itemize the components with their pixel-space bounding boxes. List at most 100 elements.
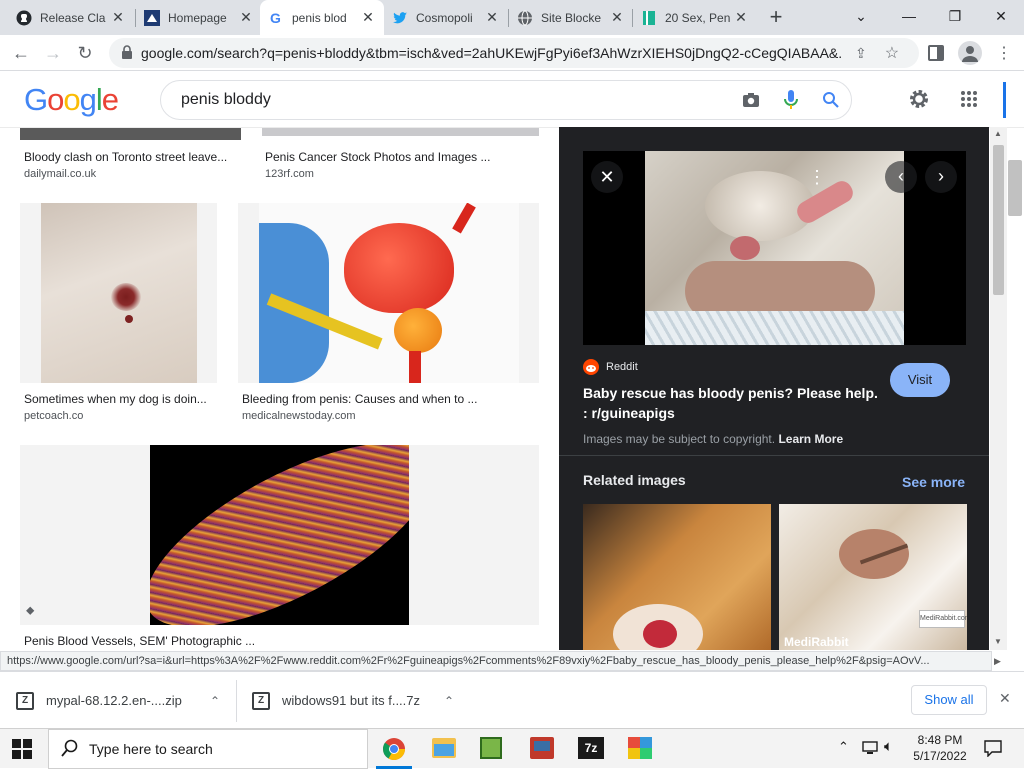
notepad-plus-icon[interactable] [480, 737, 502, 759]
visit-button[interactable]: Visit [890, 363, 950, 397]
tab-title: Release Cla [40, 10, 106, 25]
apps-grid-icon[interactable] [960, 90, 978, 111]
result-image-4[interactable] [238, 203, 539, 383]
status-bar-url: https://www.google.com/url?sa=i&url=http… [0, 651, 992, 671]
search-box[interactable]: penis bloddy [160, 80, 852, 120]
tab-release[interactable]: Release Cla ✕ [8, 0, 134, 35]
paint-icon[interactable] [628, 737, 652, 759]
see-more-link[interactable]: See more [902, 474, 965, 490]
result-caption[interactable]: Sometimes when my dog is doin... [24, 392, 214, 406]
lock-icon [121, 44, 133, 62]
close-icon[interactable]: ✕ [733, 9, 749, 26]
scroll-down-icon[interactable]: ▼ [994, 637, 1002, 646]
close-icon[interactable]: ✕ [609, 9, 625, 26]
show-all-button[interactable]: Show all [911, 685, 987, 715]
close-icon[interactable]: ✕ [238, 9, 254, 26]
back-icon[interactable]: ← [8, 40, 34, 66]
new-tab-icon[interactable]: + [764, 6, 788, 30]
divider [559, 455, 989, 456]
tab-title: penis blod [292, 10, 347, 25]
restore-icon[interactable]: ❐ [932, 0, 978, 32]
windows-taskbar: Type here to search 7z ⌃ 🔈︎ 8:48 PM 5/17… [0, 728, 1024, 769]
related-image-2[interactable]: MediRabbit.com [779, 504, 967, 650]
more-options-icon[interactable]: ⋮ [805, 163, 829, 191]
window-close-icon[interactable]: ✕ [978, 0, 1024, 32]
chrome-icon[interactable] [376, 737, 412, 769]
tab-cosmopolitan[interactable]: Cosmopoli ✕ [384, 0, 508, 35]
site-icon [144, 9, 160, 26]
bookmark-star-icon[interactable]: ☆ [885, 43, 899, 63]
camera-icon[interactable] [731, 92, 771, 108]
related-images-heading: Related images [583, 472, 686, 488]
copyright-text: Images may be subject to copyright. [583, 432, 776, 446]
minimize-icon[interactable]: — [886, 0, 932, 32]
preview-image[interactable] [645, 151, 904, 345]
tab-search-active[interactable]: G penis blod ✕ [260, 0, 384, 35]
tab-20-sex[interactable]: 20 Sex, Pen ✕ [633, 0, 757, 35]
chevron-up-icon[interactable]: ⌃ [210, 694, 220, 708]
result-image-1[interactable] [20, 128, 241, 140]
next-image-icon[interactable]: › [925, 161, 957, 193]
result-caption[interactable]: Penis Blood Vessels, SEM' Photographic .… [24, 634, 324, 648]
downloads-bar: Z mypal-68.12.2.en-....zip ⌃ Z wibdows91… [0, 671, 1024, 728]
7zip-icon[interactable]: 7z [578, 737, 604, 759]
browser-toolbar: ← → ↻ google.com/search?q=penis+bloddy&t… [0, 35, 1024, 71]
related-image-1[interactable] [583, 504, 771, 650]
scroll-up-icon[interactable]: ▲ [994, 129, 1002, 138]
result-caption[interactable]: Bloody clash on Toronto street leave... [24, 150, 238, 164]
menu-kebab-icon[interactable]: ⋮ [996, 43, 1012, 63]
outer-scrollbar-thumb[interactable] [1008, 160, 1022, 216]
close-icon[interactable]: ✕ [484, 9, 500, 26]
forward-icon[interactable]: → [40, 40, 66, 66]
tab-strip: Release Cla ✕ Homepage ✕ G penis blod ✕ … [0, 0, 1024, 35]
chevron-up-icon[interactable]: ⌃ [444, 694, 454, 708]
previous-image-icon[interactable]: ‹ [885, 161, 917, 193]
clock-time: 8:48 PM [917, 733, 963, 747]
tab-site-blocker[interactable]: Site Blocke ✕ [509, 0, 633, 35]
side-panel-icon[interactable] [928, 45, 944, 61]
settings-gear-icon[interactable] [908, 88, 930, 113]
close-icon[interactable]: ✕ [360, 9, 376, 26]
network-icon[interactable] [861, 740, 879, 759]
windows-start-icon[interactable] [12, 739, 32, 762]
result-image-5[interactable]: ⬥ [20, 445, 539, 625]
remote-desktop-icon[interactable] [530, 737, 554, 759]
search-icon[interactable] [811, 91, 851, 109]
close-downloads-icon[interactable]: ✕ [999, 690, 1011, 707]
page-scrollbar[interactable]: ▲ ▼ [990, 127, 1007, 650]
learn-more-link[interactable]: Learn More [778, 432, 843, 446]
result-caption[interactable]: Penis Cancer Stock Photos and Images ... [265, 150, 535, 164]
address-bar[interactable]: google.com/search?q=penis+bloddy&tbm=isc… [109, 38, 919, 68]
google-logo[interactable]: Google [24, 82, 119, 118]
scroll-right-icon[interactable]: ▶ [994, 656, 1001, 667]
profile-avatar-icon[interactable] [958, 41, 982, 65]
tab-homepage[interactable]: Homepage ✕ [136, 0, 262, 35]
tray-chevron-up-icon[interactable]: ⌃ [838, 739, 849, 755]
file-explorer-icon[interactable] [432, 738, 456, 758]
copyright-notice: Images may be subject to copyright. Lear… [583, 432, 843, 446]
volume-icon[interactable]: 🔈︎ [884, 738, 893, 755]
tab-title: Cosmopoli [416, 10, 473, 25]
result-caption[interactable]: Bleeding from penis: Causes and when to … [242, 392, 536, 406]
search-icon [61, 739, 79, 760]
close-icon[interactable]: ✕ [110, 9, 126, 26]
result-image-3[interactable] [20, 203, 217, 383]
image-preview-panel: ✕ ⋮ ‹ › Reddit Baby rescue has bloody pe… [559, 127, 989, 650]
result-source: dailymail.co.uk [24, 168, 97, 180]
download-item[interactable]: Z mypal-68.12.2.en-....zip ⌃ [16, 672, 236, 729]
result-image-2[interactable] [262, 128, 539, 136]
download-item[interactable]: Z wibdows91 but its f....7z ⌃ [252, 672, 462, 729]
related-source-label[interactable]: MediRabbit [784, 635, 849, 649]
close-preview-icon[interactable]: ✕ [591, 161, 623, 193]
microphone-icon[interactable] [771, 89, 811, 111]
taskbar-search-box[interactable]: Type here to search [48, 729, 368, 769]
scrollbar-thumb[interactable] [993, 145, 1004, 295]
preview-title[interactable]: Baby rescue has bloody penis? Please hel… [583, 383, 883, 423]
preview-site-name[interactable]: Reddit [606, 361, 638, 373]
taskbar-clock[interactable]: 8:48 PM 5/17/2022 [910, 732, 970, 764]
tab-search-chevron-icon[interactable]: ⌄ [838, 0, 884, 32]
reload-icon[interactable]: ↻ [72, 40, 98, 66]
notifications-icon[interactable] [984, 739, 1002, 760]
share-icon[interactable]: ⇪ [855, 45, 867, 62]
search-input[interactable]: penis bloddy [181, 91, 731, 109]
